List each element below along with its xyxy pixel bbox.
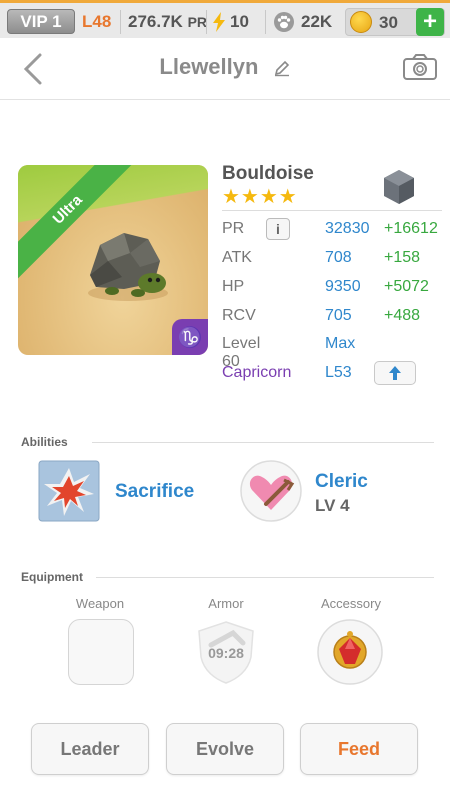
divider [96,577,434,578]
armor-slot[interactable]: 09:28 [193,619,259,685]
evolve-button[interactable]: Evolve [166,723,284,775]
status-bar: VIP 1 L48 276.7K PR 10 22K 30 + [0,0,450,38]
equipment-heading: Equipment [21,570,83,584]
monster-nickname: Llewellyn [159,54,259,79]
camera-icon[interactable] [402,52,438,82]
ability-name-sacrifice[interactable]: Sacrifice [115,481,194,503]
stat-value: 9350 [325,278,361,295]
level-value: Max [325,335,356,352]
divider [222,210,442,211]
bouldoise-creature-image [88,233,168,301]
accessory-slot[interactable] [317,619,383,685]
energy-counter: 10 [212,12,249,32]
monster-portrait: Ultra ♑ [18,165,208,355]
pencil-icon[interactable] [273,59,291,77]
paw-icon [274,12,294,32]
cleric-ability-icon[interactable] [240,460,302,522]
monster-species-name: Bouldoise [222,163,314,184]
lightning-icon [213,12,225,32]
weapon-label: Weapon [75,596,125,611]
page-title: Llewellyn [0,54,450,80]
armor-label: Armor [208,596,244,611]
food-value: 22K [301,12,333,31]
accessory-label: Accessory [321,596,381,611]
power-unit: PR [187,14,208,30]
ability-name-cleric[interactable]: Cleric [315,471,368,493]
coin-icon [350,11,372,33]
power-value: 276.7K [128,12,183,31]
player-level: L48 [82,12,112,31]
sign-label: Capricorn [222,364,292,381]
ruby-amulet-icon [317,619,383,685]
add-coins-button[interactable]: + [416,8,444,36]
sacrifice-ability-icon[interactable] [38,460,100,522]
header: Llewellyn [0,38,450,100]
stat-value: 32830 [325,220,370,237]
stat-label: ATK [222,249,252,266]
vip-badge[interactable]: VIP 1 [7,9,75,34]
earth-element-icon [384,170,414,204]
arrow-up-icon [389,366,401,380]
stat-bonus: +158 [384,249,421,266]
stat-label: RCV [222,307,256,324]
stat-bonus: +16612 [384,220,438,237]
divider [120,10,121,34]
sign-level: L53 [325,364,352,381]
energy-value: 10 [230,12,249,31]
divider [265,10,266,34]
power-rating: 276.7K PR [128,12,207,32]
sign-upgrade-button[interactable] [374,361,416,385]
star-rating: ★★★★ [222,186,298,208]
stat-bonus: +5072 [384,278,429,295]
armor-timer: 09:28 [208,645,244,661]
food-counter: 22K [273,11,332,33]
coin-counter: 30 + [345,8,445,36]
coin-value: 30 [379,13,398,32]
divider [206,10,207,34]
weapon-slot[interactable] [68,619,134,685]
stat-label: PR [222,220,245,237]
ability-level: LV 4 [315,496,350,515]
stat-bonus: +488 [384,307,421,324]
abilities-heading: Abilities [21,435,68,449]
info-button[interactable]: i [266,218,290,240]
stat-value: 708 [325,249,352,266]
divider [92,442,434,443]
stat-label: HP [222,278,245,295]
stat-value: 705 [325,307,352,324]
capricorn-sign-icon: ♑ [172,319,208,355]
feed-button[interactable]: Feed [300,723,418,775]
leader-button[interactable]: Leader [31,723,149,775]
